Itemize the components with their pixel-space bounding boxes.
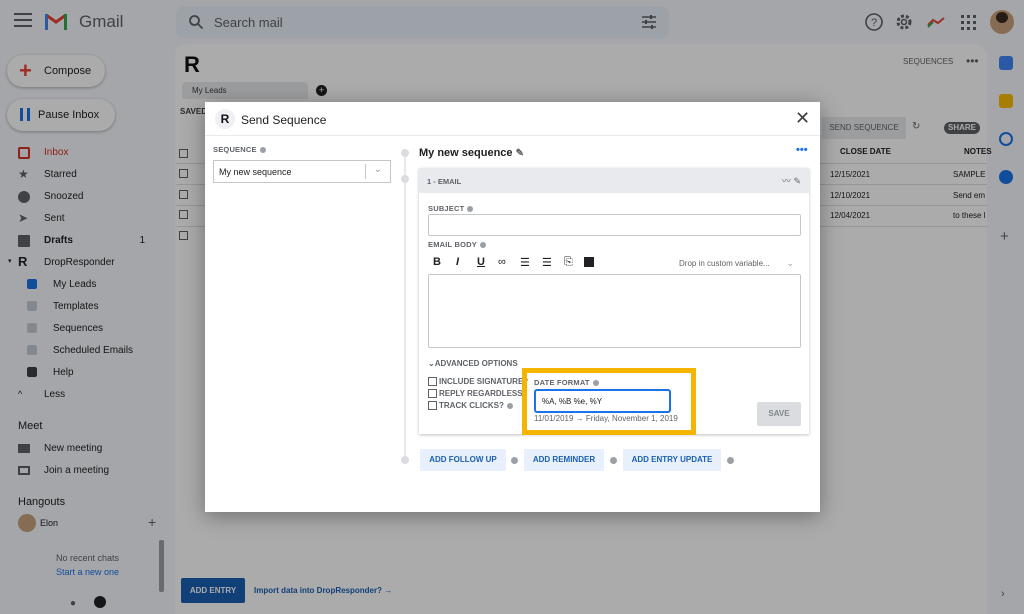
info-icon[interactable] <box>259 147 266 154</box>
checkbox[interactable] <box>428 389 437 399</box>
reply-regardless-option[interactable]: REPLY REGARDLESS? <box>428 389 528 399</box>
include-signature-option[interactable]: INCLUDE SIGNATURE? <box>428 377 529 387</box>
date-format-label: DATE FORMAT <box>534 378 599 387</box>
info-icon[interactable] <box>727 457 734 464</box>
dropresponder-logo-icon: R <box>215 109 235 129</box>
email-step-actions: 〰 ✎ <box>782 174 801 187</box>
date-format-input[interactable]: %A, %B %e, %Y <box>534 389 671 413</box>
sequence-name[interactable]: My new sequence ✎ <box>419 147 524 159</box>
date-format-value: %A, %B %e, %Y <box>542 397 603 406</box>
advanced-options-label: ADVANCED OPTIONS <box>434 359 518 368</box>
select-divider <box>365 164 366 179</box>
info-icon[interactable] <box>479 242 486 249</box>
send-sequence-modal: R Send Sequence ✕ SEQUENCE My new sequen… <box>205 102 820 512</box>
numbered-list-icon[interactable]: ☰ <box>542 256 552 269</box>
email-step-title: 1 - EMAIL <box>427 177 462 186</box>
checkbox[interactable] <box>428 377 437 387</box>
chevron-down-icon[interactable]: ⌄ <box>374 164 382 175</box>
info-icon[interactable] <box>511 457 518 464</box>
track-clicks-option[interactable]: TRACK CLICKS? <box>428 401 513 411</box>
sequence-label: SEQUENCE <box>213 145 266 154</box>
edit-icon[interactable]: ✎ <box>793 176 801 186</box>
italic-button[interactable]: I <box>456 256 459 268</box>
info-icon[interactable] <box>506 402 513 409</box>
image-icon[interactable] <box>584 257 594 267</box>
underline-button[interactable]: U <box>477 256 485 268</box>
subject-label: SUBJECT <box>428 204 474 213</box>
sequence-label-text: SEQUENCE <box>213 145 257 154</box>
chevron-down-icon: ⌄ <box>428 359 435 368</box>
date-format-label-text: DATE FORMAT <box>534 378 590 387</box>
option-label: INCLUDE SIGNATURE? <box>439 377 529 386</box>
checkbox[interactable] <box>428 401 437 411</box>
add-reminder-button[interactable]: ADD REMINDER <box>524 449 604 471</box>
subject-input[interactable] <box>428 214 801 236</box>
sequence-name-text: My new sequence <box>419 147 513 159</box>
email-body-editor[interactable] <box>428 274 801 348</box>
option-label: TRACK CLICKS? <box>439 401 504 410</box>
email-step-header[interactable]: 1 - EMAIL 〰 ✎ <box>419 168 809 193</box>
chart-icon[interactable]: 〰 <box>782 176 791 186</box>
option-label: REPLY REGARDLESS? <box>439 389 528 398</box>
timeline-dot <box>401 456 409 464</box>
add-follow-up-button[interactable]: ADD FOLLOW UP <box>420 449 506 471</box>
save-button[interactable]: SAVE <box>757 402 801 426</box>
chevron-down-icon[interactable]: ⌄ <box>786 258 794 269</box>
email-body-label: EMAIL BODY <box>428 240 486 249</box>
sequence-select-value: My new sequence <box>219 167 292 177</box>
edit-pencil-icon[interactable]: ✎ <box>516 148 524 159</box>
sequence-select[interactable]: My new sequence ⌄ <box>213 160 391 183</box>
info-icon[interactable] <box>610 457 617 464</box>
link-icon[interactable]: ∞ <box>498 256 506 268</box>
sequence-timeline <box>404 152 406 464</box>
sequence-more-icon[interactable]: ••• <box>796 144 808 156</box>
format-toolbar: B I U ∞ ☰ ☰ ⎘ Drop in custom variable...… <box>428 251 801 273</box>
date-format-preview: 11/01/2019 → Friday, November 1, 2019 <box>534 414 678 423</box>
email-body-label-text: EMAIL BODY <box>428 240 477 249</box>
bullet-list-icon[interactable]: ☰ <box>520 256 530 269</box>
add-entry-update-button[interactable]: ADD ENTRY UPDATE <box>623 449 721 471</box>
info-icon[interactable] <box>467 206 474 213</box>
modal-title: Send Sequence <box>241 113 327 127</box>
info-icon[interactable] <box>592 380 599 387</box>
advanced-options-toggle[interactable]: ⌄ADVANCED OPTIONS <box>428 359 518 368</box>
subject-label-text: SUBJECT <box>428 204 465 213</box>
bold-button[interactable]: B <box>433 256 441 268</box>
close-icon[interactable]: ✕ <box>795 108 810 128</box>
timeline-dot <box>401 149 409 157</box>
custom-variable-dropdown[interactable]: Drop in custom variable... <box>679 259 770 268</box>
modal-divider <box>205 135 820 136</box>
attachment-icon[interactable]: ⎘ <box>564 256 573 269</box>
timeline-dot <box>401 175 409 183</box>
